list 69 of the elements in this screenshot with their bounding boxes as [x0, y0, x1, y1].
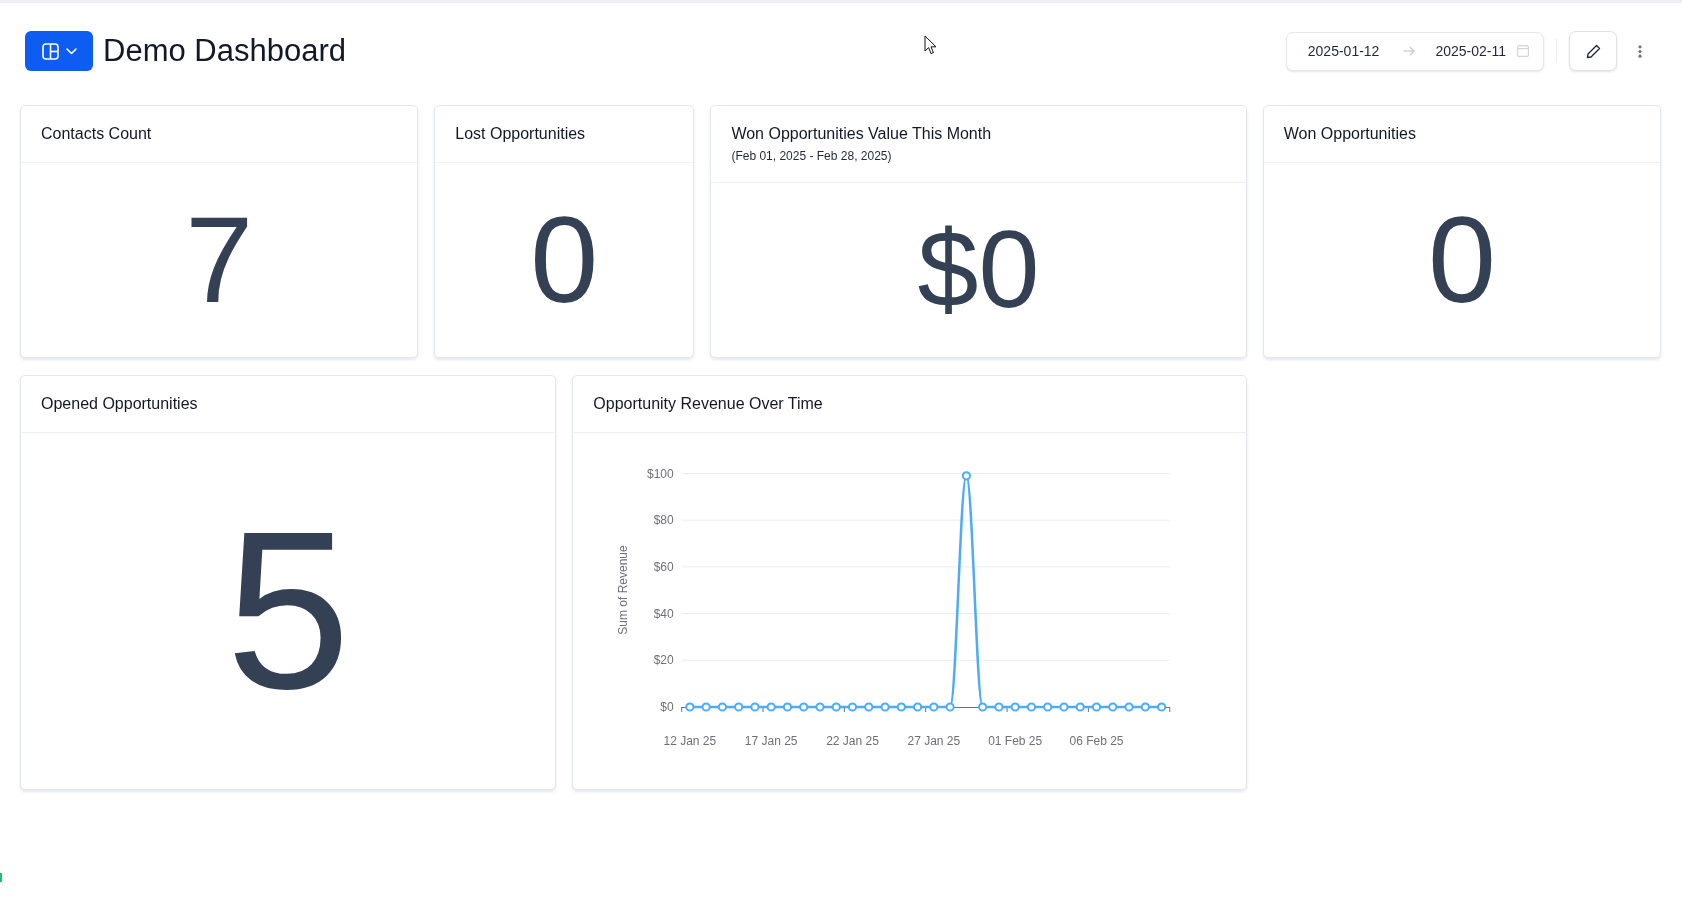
metric-value: 7 [185, 198, 254, 322]
arrow-right-icon [1403, 46, 1416, 56]
data-point [1059, 702, 1069, 712]
axis-label: $60 [654, 559, 675, 574]
data-point [978, 702, 988, 712]
pencil-icon [1585, 43, 1601, 59]
data-point [1010, 702, 1021, 712]
data-point [945, 702, 956, 712]
start-date[interactable]: 2025-01-12 [1307, 43, 1380, 59]
data-point [1157, 702, 1167, 712]
data-point [783, 702, 793, 712]
data-point [799, 702, 809, 712]
axis-label: 01 Feb 25 [988, 734, 1043, 748]
data-point [685, 702, 695, 712]
more-options-icon[interactable] [1638, 44, 1642, 58]
data-point [848, 702, 858, 712]
mouse-pointer-icon [924, 35, 937, 55]
data-point [880, 702, 890, 712]
data-point [913, 702, 923, 712]
data-point [831, 702, 842, 712]
card-title: Won Opportunities Value This Month [731, 124, 993, 144]
metric-value: 5 [225, 498, 351, 724]
data-point [897, 702, 907, 712]
axis-label: $100 [647, 466, 675, 481]
data-point [962, 471, 972, 481]
data-point [1124, 702, 1134, 712]
axis-label: 12 Jan 25 [663, 734, 717, 748]
data-point [1141, 702, 1151, 712]
card-title: Lost Opportunities [455, 124, 587, 144]
data-point [750, 702, 760, 712]
data-point [1108, 702, 1118, 712]
layout-menu-button[interactable] [25, 31, 93, 71]
axis-title: Sum of Revenue [616, 545, 631, 635]
card-title: Won Opportunities [1283, 124, 1417, 144]
data-point [701, 702, 712, 712]
end-date[interactable]: 2025-02-11 [1435, 43, 1506, 59]
data-point [1092, 702, 1102, 712]
layout-icon [41, 42, 59, 60]
axis-label: $0 [660, 700, 675, 714]
calendar-icon [1517, 45, 1529, 57]
card-title: Opportunity Revenue Over Time [593, 394, 824, 414]
data-point [1043, 702, 1053, 712]
axis-label: $40 [654, 606, 675, 621]
metric-value: $0 [917, 215, 1040, 325]
chevron-down-icon [65, 47, 77, 55]
data-point [1075, 702, 1086, 712]
data-point [1027, 702, 1037, 712]
data-point [718, 702, 728, 712]
axis-label: 17 Jan 25 [745, 734, 798, 748]
date-range-picker[interactable]: 2025-01-12 2025-02-11 [1285, 31, 1544, 71]
axis-label: 27 Jan 25 [907, 734, 961, 748]
axis-label: $80 [654, 513, 675, 528]
data-point [734, 702, 744, 712]
data-point [864, 702, 874, 712]
dashboard-title: Demo Dashboard [103, 32, 346, 70]
data-point [766, 702, 777, 712]
data-point [929, 702, 939, 712]
edit-button[interactable] [1569, 31, 1617, 71]
axis-label: 06 Feb 25 [1069, 734, 1124, 748]
metric-value: 0 [1427, 198, 1496, 322]
metric-value: 0 [530, 198, 599, 322]
data-point [815, 702, 825, 712]
axis-label: $20 [654, 653, 675, 668]
card-title: Contacts Count [41, 124, 153, 144]
edge-tab-icon [0, 873, 2, 882]
data-point [994, 702, 1004, 712]
axis-label: 22 Jan 25 [826, 734, 880, 748]
card-title: Opened Opportunities [41, 394, 199, 414]
card-subtitle: (Feb 01, 2025 - Feb 28, 2025) [731, 148, 893, 164]
